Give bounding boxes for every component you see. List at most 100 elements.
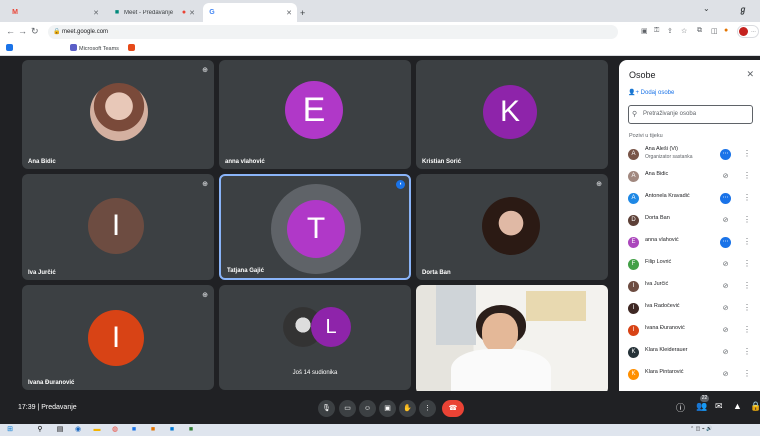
profile-badge-icon[interactable]: ● <box>724 27 728 34</box>
participant-row[interactable]: Eanna vlahović ⋯ ⋮ <box>619 233 760 255</box>
search-icon[interactable]: ⚲ <box>36 426 44 434</box>
forward-icon[interactable]: → <box>18 26 27 36</box>
new-tab-button[interactable]: + <box>300 3 314 22</box>
participant-row[interactable]: D Dorta Ban ⊘ ⋮ <box>619 211 760 233</box>
participant-row[interactable]: A Ana Bidic ⊘ ⋮ <box>619 167 760 189</box>
tab-gmail[interactable]: M ✕ <box>6 3 104 22</box>
speaking-icon: ⋯ <box>720 149 731 160</box>
bookmark-3[interactable] <box>128 44 137 52</box>
avatar: I <box>628 303 639 314</box>
chrome-icon[interactable]: ◍ <box>111 426 119 434</box>
pin-icon[interactable]: ⊕ <box>596 180 602 188</box>
participant-tile[interactable]: E anna vlahović <box>219 60 411 169</box>
browser-chrome: M ✕ ■ Meet - Predavanje ● ✕ G ✕ + ⌄ ℊ ← … <box>0 0 760 56</box>
bookmark-1[interactable] <box>6 44 15 52</box>
info-icon[interactable]: ⓘ <box>676 401 685 414</box>
participant-tile[interactable]: ⊕ I Ivana Đuranović <box>22 285 214 390</box>
more-vert-icon: ⋮ <box>424 405 431 412</box>
section-label: Pozivi u tijeku <box>629 133 663 139</box>
add-people-button[interactable]: 👤+ Dodaj osobe <box>628 89 674 96</box>
pin-icon[interactable]: ⊕ <box>202 180 208 188</box>
close-tab-icon[interactable]: ✕ <box>189 9 195 17</box>
participant-tile[interactable]: ⊕ Dorta Ban <box>416 174 608 280</box>
more-vert-icon[interactable]: ⋮ <box>743 347 751 356</box>
participant-tile-active[interactable]: ◖ T Tatjana Gajić <box>219 174 411 280</box>
camera-icon[interactable]: ▣ <box>641 27 648 35</box>
more-vert-icon[interactable]: ⋮ <box>743 259 751 268</box>
more-vert-icon[interactable]: ⋮ <box>743 237 751 246</box>
tray-icons[interactable]: ⌃ ◫ ⌁ 🔊 <box>690 426 712 432</box>
key-icon[interactable]: ⚿ <box>654 27 659 35</box>
tab-strip: M ✕ ■ Meet - Predavanje ● ✕ G ✕ + ⌄ ℊ <box>0 0 760 22</box>
tab-google[interactable]: G ✕ <box>203 3 297 22</box>
video-feed[interactable] <box>416 285 608 394</box>
participant-tile[interactable]: ⊕ Ana Bidic <box>22 60 214 169</box>
reload-icon[interactable]: ↻ <box>31 26 39 37</box>
lock-icon[interactable]: 🔒 <box>750 401 760 412</box>
tab-meet[interactable]: ■ Meet - Predavanje ● ✕ <box>108 3 200 22</box>
start-icon[interactable]: ⊞ <box>6 426 14 434</box>
bookmark-2[interactable]: Microsoft Teams <box>70 44 119 52</box>
more-options-button[interactable]: ⋮ <box>419 400 436 417</box>
hangup-button[interactable]: ☎ <box>442 400 464 417</box>
close-tab-icon[interactable]: ✕ <box>93 9 99 17</box>
more-vert-icon[interactable]: ⋮ <box>743 281 751 290</box>
explorer-icon[interactable]: ▬ <box>93 426 101 434</box>
avatar: D <box>628 215 639 226</box>
people-icon[interactable]: 👥 <box>696 401 707 412</box>
more-vert-icon[interactable]: ⋮ <box>743 149 751 158</box>
share-icon[interactable]: ⇪ <box>667 27 673 35</box>
task-view-icon[interactable]: ▤ <box>56 426 64 434</box>
close-tab-icon[interactable]: ✕ <box>286 9 292 17</box>
participant-row[interactable]: F Filip Lovrić ⊘ ⋮ <box>619 255 760 277</box>
participant-name: Dorta Ban <box>645 215 670 221</box>
participant-name: Iva Radočević <box>645 303 680 309</box>
store-icon[interactable]: ■ <box>130 426 138 434</box>
wall-picture <box>526 291 586 321</box>
pin-icon[interactable]: ⊕ <box>202 291 208 299</box>
more-vert-icon[interactable]: ⋮ <box>743 171 751 180</box>
others-tile[interactable]: L Još 14 sudionika <box>219 285 411 390</box>
more-vert-icon[interactable]: ⋮ <box>743 369 751 378</box>
profile-button[interactable]: … <box>737 25 759 38</box>
activities-icon[interactable]: ▲ <box>733 401 742 411</box>
avatar: F <box>628 259 639 270</box>
raise-hand-button[interactable]: ✋ <box>399 400 416 417</box>
participant-row[interactable]: K Klara Kleiderauer ⊘ ⋮ <box>619 343 760 365</box>
control-bar: 17:39 | Predavanje 🎙 ▭ ☺ ▣ ✋ ⋮ ☎ ⓘ 👥 22 … <box>0 391 760 424</box>
more-vert-icon[interactable]: ⋮ <box>743 215 751 224</box>
close-icon[interactable]: ✕ <box>746 69 754 80</box>
app-icon[interactable]: ■ <box>149 426 157 434</box>
chat-icon[interactable]: ✉ <box>715 401 723 412</box>
star-icon[interactable]: ☆ <box>681 27 687 35</box>
participant-row[interactable]: A Antonela Kravadić ⋯ ⋮ <box>619 189 760 211</box>
participant-row[interactable]: K Klara Pintarović ⊘ ⋮ <box>619 365 760 387</box>
participant-row[interactable]: A Ana Aleši (Vi) Organizator sastanka ⋯ ⋮ <box>619 145 760 167</box>
address-bar[interactable]: 🔒 meet.google.com <box>48 25 618 39</box>
app-icon[interactable]: ■ <box>168 426 176 434</box>
bookmark-icon <box>6 44 13 51</box>
extensions-icon[interactable]: ⧉ <box>697 27 702 35</box>
pin-icon[interactable]: ⊕ <box>202 66 208 74</box>
tab-search-icon[interactable]: ⌄ <box>703 4 710 13</box>
present-icon: ▣ <box>384 405 391 412</box>
captions-button[interactable]: ☺ <box>359 400 376 417</box>
more-vert-icon[interactable]: ⋮ <box>743 193 751 202</box>
mic-button[interactable]: 🎙 <box>318 400 335 417</box>
camera-button[interactable]: ▭ <box>339 400 356 417</box>
sidebar-icon[interactable]: ◫ <box>711 27 718 35</box>
present-button[interactable]: ▣ <box>379 400 396 417</box>
participant-tile[interactable]: ⊕ I Iva Jurčić <box>22 174 214 280</box>
participant-row[interactable]: I Ivana Đuranović ⊘ ⋮ <box>619 321 760 343</box>
edge-icon[interactable]: ◉ <box>74 426 82 434</box>
app-icon[interactable]: ■ <box>187 426 195 434</box>
participant-row[interactable]: I Iva Jurčić ⊘ ⋮ <box>619 277 760 299</box>
back-icon[interactable]: ← <box>6 26 15 36</box>
participant-row[interactable]: I Iva Radočević ⊘ ⋮ <box>619 299 760 321</box>
avatar: K <box>483 85 537 139</box>
search-input[interactable]: ⚲ Pretraživanje osoba <box>628 105 753 124</box>
more-vert-icon[interactable]: ⋮ <box>743 303 751 312</box>
avatar: I <box>628 325 639 336</box>
participant-tile[interactable]: K Kristian Sorić <box>416 60 608 169</box>
more-vert-icon[interactable]: ⋮ <box>743 325 751 334</box>
